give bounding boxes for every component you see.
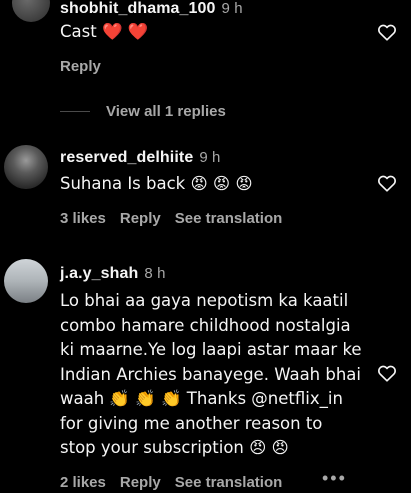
username-text[interactable]: shobhit_dhama_100	[60, 0, 216, 17]
comment-text: Suhana Is back 😡 😡 😡	[60, 174, 253, 193]
avatar[interactable]	[4, 145, 48, 189]
comment-line: ki maarne.Ye log laapi astar maar ke	[60, 340, 362, 359]
comment-line: Indian Archies banayege. Waah bhai	[60, 364, 362, 384]
avatar[interactable]	[12, 0, 50, 22]
heart-icon[interactable]	[376, 172, 398, 194]
comment-username[interactable]: shobhit_dhama_100 9 h	[60, 0, 243, 18]
avatar[interactable]	[4, 259, 48, 303]
username-text[interactable]: reserved_delhiite	[60, 149, 193, 166]
comment-line: waah 👏 👏 👏 Thanks @netflix_in	[60, 389, 343, 408]
divider	[60, 111, 90, 112]
comment-actions: 2 likes Reply See translation	[60, 474, 296, 491]
comment-time: 8 h	[144, 265, 166, 282]
likes-count[interactable]: 3 likes	[60, 210, 106, 227]
see-translation-button[interactable]: See translation	[175, 474, 283, 491]
likes-count[interactable]: 2 likes	[60, 474, 106, 491]
reply-button[interactable]: Reply	[60, 58, 101, 75]
comment-text: Cast ❤️ ❤️	[60, 22, 149, 41]
reply-button[interactable]: Reply	[120, 474, 161, 491]
see-translation-button[interactable]: See translation	[175, 210, 283, 227]
heart-icon[interactable]	[376, 21, 398, 43]
comment-time: 9 h	[199, 149, 221, 166]
comment-line: for giving me another reason to	[60, 413, 323, 433]
comment-username[interactable]: reserved_delhiite 9 h	[60, 149, 220, 167]
heart-icon[interactable]	[376, 362, 398, 384]
username-text[interactable]: j.a.y_shah	[60, 265, 138, 282]
comment-line: combo hamare childhood nostalgia	[60, 315, 351, 335]
comment-username[interactable]: j.a.y_shah 8 h	[60, 265, 166, 283]
comment-line: stop your subscription 😠 😠	[60, 438, 289, 457]
comment-actions: 3 likes Reply See translation	[60, 210, 296, 227]
comment-actions: Reply	[60, 58, 115, 75]
more-options-icon[interactable]: •••	[322, 468, 347, 489]
view-replies-button[interactable]: View all 1 replies	[106, 103, 226, 120]
reply-button[interactable]: Reply	[120, 210, 161, 227]
comment-text: Lo bhai aa gaya nepotism ka kaatil combo…	[60, 289, 362, 461]
comment-line: Lo bhai aa gaya nepotism ka kaatil	[60, 291, 349, 310]
comment-time: 9 h	[221, 0, 243, 17]
